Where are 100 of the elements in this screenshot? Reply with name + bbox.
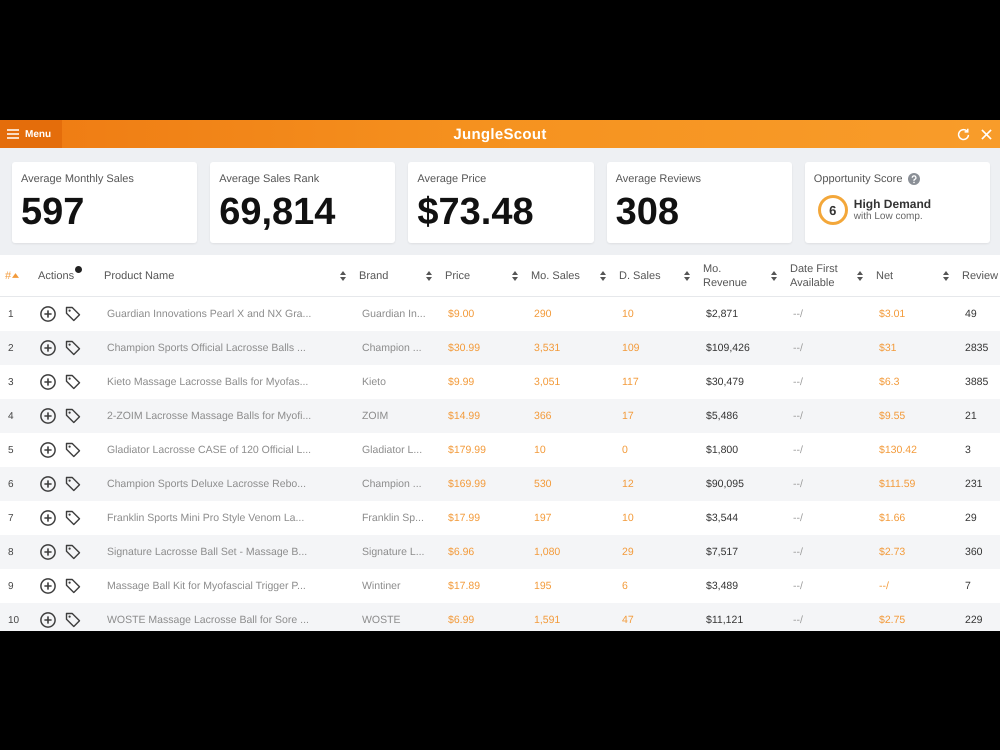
- review-count: 3885: [965, 376, 988, 388]
- brand-name: Kieto: [362, 376, 386, 388]
- brand-name: Champion ...: [362, 342, 422, 354]
- monthly-sales: 10: [534, 444, 546, 456]
- stat-value: 69,814: [219, 192, 336, 232]
- sort-icon[interactable]: [684, 270, 690, 280]
- stat-label: Average Reviews: [616, 172, 701, 186]
- column-header[interactable]: Brand: [359, 268, 388, 282]
- monthly-revenue: $2,871: [706, 308, 738, 320]
- price: $17.89: [448, 580, 480, 592]
- review-count: 7: [965, 580, 971, 592]
- column-header[interactable]: Date First Available: [790, 262, 845, 290]
- date-first-available: --/: [793, 410, 803, 422]
- add-icon[interactable]: [40, 442, 56, 458]
- monthly-sales: 1,080: [534, 546, 560, 558]
- column-header[interactable]: Actions: [38, 268, 74, 282]
- add-icon[interactable]: [40, 340, 56, 356]
- price: $6.96: [448, 546, 474, 558]
- brand-name: Wintiner: [362, 580, 401, 592]
- monthly-sales: 290: [534, 308, 552, 320]
- net-profit: $2.73: [879, 546, 906, 558]
- row-number: 5: [8, 444, 14, 456]
- date-first-available: --/: [793, 376, 803, 388]
- review-count: 231: [965, 478, 983, 490]
- add-icon[interactable]: [40, 510, 56, 526]
- tag-icon[interactable]: [65, 306, 81, 322]
- tag-icon[interactable]: [65, 374, 81, 390]
- price: $179.99: [448, 444, 486, 456]
- tag-icon[interactable]: [65, 578, 81, 594]
- daily-sales: 10: [622, 512, 634, 524]
- add-icon[interactable]: [40, 476, 56, 492]
- date-first-available: --/: [793, 546, 803, 558]
- product-name: Champion Sports Official Lacrosse Balls ...: [107, 342, 306, 354]
- product-name: Gladiator Lacrosse CASE of 120 Official L...: [107, 444, 312, 456]
- date-first-available: --/: [793, 614, 803, 626]
- daily-sales: 6: [622, 580, 628, 592]
- monthly-revenue: $30,479: [706, 376, 744, 388]
- column-header[interactable]: D. Sales: [619, 268, 661, 282]
- tag-icon[interactable]: [65, 442, 81, 458]
- tag-icon[interactable]: [65, 544, 81, 560]
- price: $30.99: [448, 342, 480, 354]
- column-header[interactable]: Net: [876, 268, 894, 282]
- monthly-sales: 3,051: [534, 376, 560, 388]
- price: $6.99: [448, 614, 474, 626]
- net-profit: $3.01: [879, 308, 906, 320]
- monthly-revenue: $1,800: [706, 444, 738, 456]
- tag-icon[interactable]: [65, 510, 81, 526]
- monthly-revenue: $5,486: [706, 410, 738, 422]
- brand-name: WOSTE: [362, 614, 400, 626]
- sort-icon[interactable]: [426, 270, 432, 280]
- row-number: 1: [8, 308, 14, 320]
- daily-sales: 0: [622, 444, 628, 456]
- product-name: Franklin Sports Mini Pro Style Venom La...: [107, 512, 304, 524]
- sort-icon[interactable]: [340, 270, 346, 280]
- column-header[interactable]: Review: [962, 268, 998, 282]
- brand-name: Guardian In...: [362, 308, 426, 320]
- daily-sales: 47: [622, 614, 634, 626]
- monthly-sales: 530: [534, 478, 552, 490]
- net-profit: --/: [879, 580, 889, 592]
- add-icon[interactable]: [40, 374, 56, 390]
- tag-icon[interactable]: [65, 612, 81, 628]
- price: $9.00: [448, 308, 474, 320]
- tag-icon[interactable]: [65, 408, 81, 424]
- price: $169.99: [448, 478, 486, 490]
- add-icon[interactable]: [40, 408, 56, 424]
- row-number: 4: [8, 410, 14, 422]
- add-icon[interactable]: [40, 612, 56, 628]
- sort-icon[interactable]: [943, 270, 949, 280]
- brand-name: Gladiator L...: [362, 444, 422, 456]
- brand-name: ZOIM: [362, 410, 388, 422]
- sort-icon[interactable]: [857, 270, 863, 280]
- sort-icon[interactable]: [512, 270, 518, 280]
- daily-sales: 109: [622, 342, 640, 354]
- sort-icon[interactable]: [600, 270, 606, 280]
- row-number: 9: [8, 580, 14, 592]
- stat-label: Opportunity Score: [814, 172, 902, 186]
- net-profit: $111.59: [879, 478, 916, 490]
- score-subline: with Low comp.: [854, 211, 924, 223]
- column-header[interactable]: Product Name: [104, 268, 174, 282]
- sort-icon[interactable]: [771, 270, 777, 280]
- add-icon[interactable]: [40, 306, 56, 322]
- row-number: 7: [8, 512, 14, 524]
- monthly-sales: 197: [534, 512, 552, 524]
- net-profit: $1.66: [879, 512, 906, 524]
- product-name: Kieto Massage Lacrosse Balls for Myofas...: [107, 376, 308, 388]
- help-icon[interactable]: [908, 173, 920, 185]
- stat-label: Average Sales Rank: [219, 172, 320, 186]
- product-name: WOSTE Massage Lacrosse Ball for Sore ...: [107, 614, 309, 626]
- net-profit: $130.42: [879, 444, 917, 456]
- tag-icon[interactable]: [65, 340, 81, 356]
- column-header[interactable]: Mo. Revenue: [703, 262, 759, 290]
- tag-icon[interactable]: [65, 476, 81, 492]
- column-header[interactable]: Mo. Sales: [531, 268, 580, 282]
- column-header[interactable]: Price: [445, 268, 470, 282]
- product-name: Signature Lacrosse Ball Set - Massage B...: [107, 546, 308, 558]
- price: $9.99: [448, 376, 474, 388]
- add-icon[interactable]: [40, 544, 56, 560]
- add-icon[interactable]: [40, 578, 56, 594]
- stat-label: Average Price: [417, 172, 486, 186]
- monthly-revenue: $90,095: [706, 478, 744, 490]
